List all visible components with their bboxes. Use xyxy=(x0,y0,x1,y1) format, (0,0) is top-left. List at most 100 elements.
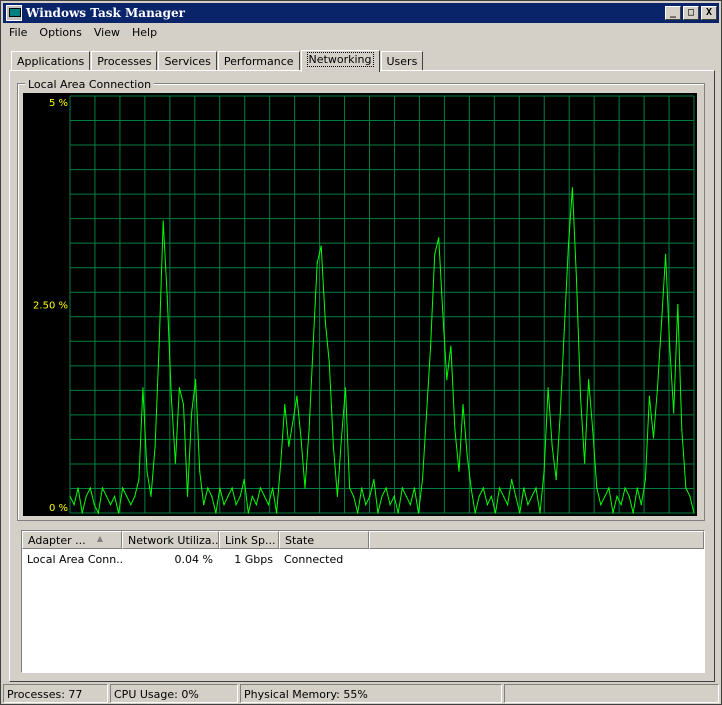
menu-file[interactable]: File xyxy=(3,24,33,42)
data-point-153 xyxy=(689,495,691,497)
data-point-133 xyxy=(608,487,610,489)
data-point-154 xyxy=(693,512,695,514)
data-point-63 xyxy=(324,320,326,322)
menu-options[interactable]: Options xyxy=(33,24,87,42)
data-point-20 xyxy=(150,495,152,497)
adapter-list-header: Adapter ... ▲ Network Utiliza... Link Sp… xyxy=(22,531,704,549)
data-point-116 xyxy=(539,512,541,514)
data-point-91 xyxy=(438,237,440,239)
data-point-4 xyxy=(85,495,87,497)
data-point-120 xyxy=(555,479,557,481)
data-point-138 xyxy=(628,495,630,497)
data-point-49 xyxy=(267,504,270,506)
data-point-69 xyxy=(349,487,351,489)
data-point-2 xyxy=(77,487,79,489)
maximize-button[interactable]: □ xyxy=(683,6,699,20)
data-point-149 xyxy=(673,412,675,414)
status-physical-memory: Physical Memory: 55% xyxy=(240,684,502,703)
data-point-65 xyxy=(332,445,334,447)
data-point-28 xyxy=(182,404,185,406)
data-point-3 xyxy=(81,512,83,514)
title-bar[interactable]: Windows Task Manager _ □ X xyxy=(3,3,719,23)
data-point-94 xyxy=(450,345,452,347)
data-point-109 xyxy=(511,479,513,481)
col-adapter[interactable]: Adapter ... ▲ xyxy=(22,531,122,549)
data-point-21 xyxy=(154,445,156,447)
data-point-110 xyxy=(515,495,517,497)
data-point-139 xyxy=(632,512,634,514)
tab-networking[interactable]: Networking xyxy=(300,50,380,72)
tab-networking-label: Networking xyxy=(306,52,374,67)
data-point-27 xyxy=(178,387,180,389)
data-point-92 xyxy=(442,312,444,314)
data-point-64 xyxy=(328,362,330,364)
minimize-button[interactable]: _ xyxy=(665,6,681,20)
data-point-121 xyxy=(559,412,561,414)
data-point-136 xyxy=(620,504,622,506)
data-point-81 xyxy=(397,512,399,514)
data-point-58 xyxy=(304,487,306,489)
menu-help[interactable]: Help xyxy=(126,24,163,42)
table-row[interactable]: Local Area Conn... 0.04 % 1 Gbps Connect… xyxy=(22,551,704,568)
data-point-57 xyxy=(300,437,302,439)
data-point-122 xyxy=(563,328,565,331)
data-point-103 xyxy=(486,504,488,506)
data-point-144 xyxy=(652,437,655,439)
data-point-50 xyxy=(272,487,274,489)
data-point-0 xyxy=(69,495,71,497)
data-point-89 xyxy=(430,345,432,347)
data-point-39 xyxy=(227,495,229,497)
data-point-11 xyxy=(114,495,116,497)
data-point-114 xyxy=(531,495,533,497)
tab-users[interactable]: Users xyxy=(380,51,424,71)
cell-utilization: 0.04 % xyxy=(174,553,213,566)
col-link-speed[interactable]: Link Sp... xyxy=(219,531,279,549)
data-point-55 xyxy=(292,420,294,422)
status-cpu-usage: CPU Usage: 0% xyxy=(110,684,238,703)
tab-strip: Applications Processes Services Performa… xyxy=(11,49,424,72)
data-point-97 xyxy=(462,404,464,406)
data-point-140 xyxy=(636,487,638,489)
data-point-42 xyxy=(239,495,241,497)
tab-applications[interactable]: Applications xyxy=(11,51,91,71)
cell-state: Connected xyxy=(284,553,344,566)
data-point-86 xyxy=(417,512,420,514)
data-point-35 xyxy=(211,495,213,497)
adapter-list[interactable]: Adapter ... ▲ Network Utiliza... Link Sp… xyxy=(21,530,705,673)
close-button[interactable]: X xyxy=(701,6,717,20)
task-manager-icon[interactable] xyxy=(6,5,22,21)
data-point-30 xyxy=(191,412,193,414)
data-point-75 xyxy=(373,479,375,481)
data-point-100 xyxy=(474,512,476,514)
data-point-146 xyxy=(661,320,663,322)
tab-performance[interactable]: Performance xyxy=(217,51,300,71)
data-point-70 xyxy=(353,495,355,497)
data-point-107 xyxy=(503,495,505,497)
data-point-99 xyxy=(470,487,472,489)
data-point-47 xyxy=(259,487,261,489)
menu-view[interactable]: View xyxy=(88,24,126,42)
y-tick-label-mid: 2.50 % xyxy=(33,301,68,312)
tab-processes[interactable]: Processes xyxy=(91,51,158,71)
data-point-10 xyxy=(109,504,112,506)
data-point-37 xyxy=(219,487,221,489)
data-point-102 xyxy=(482,487,484,489)
data-point-41 xyxy=(235,504,237,506)
data-point-44 xyxy=(247,512,249,514)
data-point-52 xyxy=(280,462,282,464)
data-point-7 xyxy=(97,512,99,514)
col-state[interactable]: State xyxy=(279,531,369,549)
col-network-utilization[interactable]: Network Utiliza... xyxy=(122,531,219,549)
data-point-79 xyxy=(389,504,391,506)
data-point-53 xyxy=(284,404,286,406)
y-tick-label-min: 0 % xyxy=(49,503,68,514)
data-point-5 xyxy=(89,487,91,489)
data-point-141 xyxy=(640,504,642,506)
tab-services[interactable]: Services xyxy=(158,51,217,71)
data-point-108 xyxy=(507,504,509,506)
data-point-112 xyxy=(523,487,525,489)
data-point-16 xyxy=(134,495,136,497)
data-point-129 xyxy=(592,429,594,431)
y-tick-label-max: 5 % xyxy=(49,98,68,109)
cell-adapter: Local Area Conn... xyxy=(27,553,122,566)
